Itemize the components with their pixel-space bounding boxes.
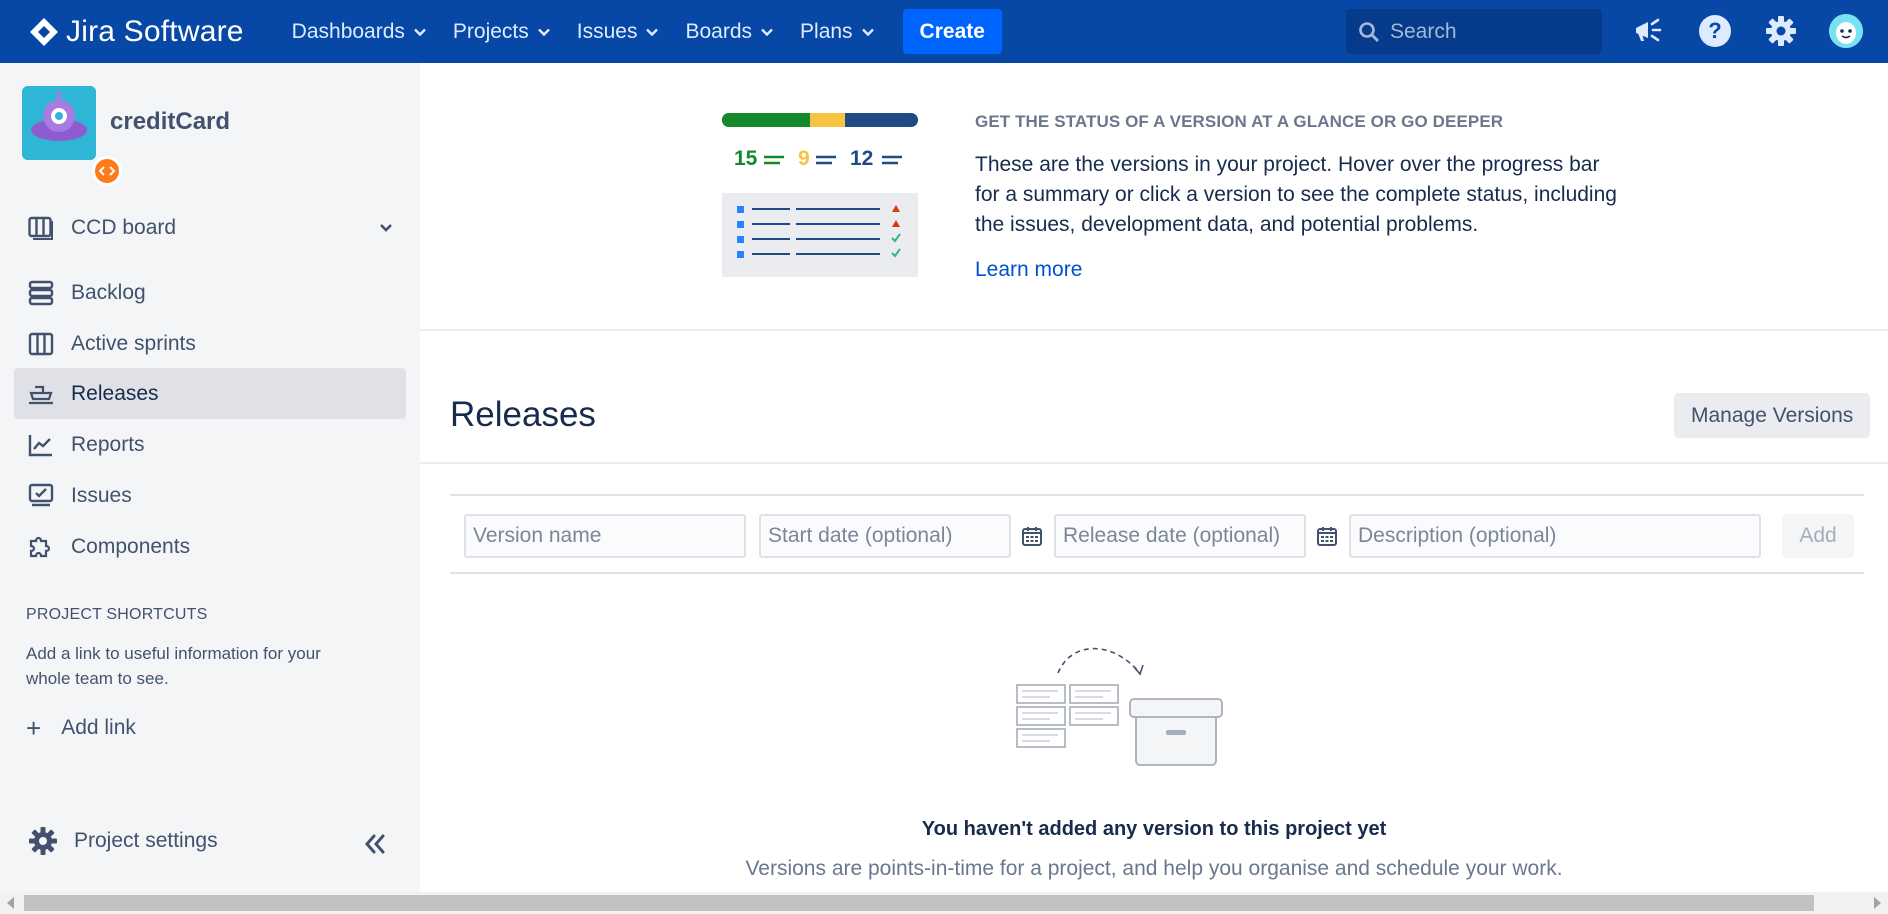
code-icon [99, 166, 115, 176]
intro-description: These are the versions in your project. … [975, 153, 1617, 236]
puzzle-icon [27, 533, 55, 561]
project-settings-label: Project settings [74, 829, 218, 852]
intro-heading: GET THE STATUS OF A VERSION AT A GLANCE … [975, 112, 1504, 131]
menu-label: Boards [685, 19, 753, 43]
issues-icon [27, 482, 55, 510]
chevron-down-icon [380, 223, 392, 232]
calendar-icon[interactable] [1315, 524, 1339, 548]
plus-icon: + [26, 713, 42, 743]
user-avatar-icon[interactable] [1827, 12, 1865, 50]
project-name[interactable]: creditCard [110, 108, 230, 136]
sidebar-item-issues[interactable]: Issues [14, 470, 406, 521]
sidebar-item-label: Reports [71, 432, 145, 456]
empty-versions-illustration [1016, 647, 1223, 766]
empty-state-description: Versions are points-in-time for a projec… [745, 857, 1563, 880]
divider [420, 329, 1888, 331]
menu-dashboards[interactable]: Dashboards [292, 20, 427, 44]
sidebar-item-reports[interactable]: Reports [14, 419, 406, 470]
project-settings-link[interactable]: Project settings [28, 826, 218, 856]
search-input[interactable] [1390, 19, 1580, 44]
release-date-input[interactable] [1054, 514, 1306, 558]
page-title: Releases [450, 395, 596, 434]
add-link-button[interactable]: + Add link [26, 715, 136, 741]
menu-boards[interactable]: Boards [685, 20, 774, 44]
sidebar-item-active-sprints[interactable]: Active sprints [14, 318, 406, 369]
menu-label: Plans [800, 19, 853, 43]
project-shortcuts-heading: PROJECT SHORTCUTS [26, 606, 208, 623]
collapse-sidebar-icon[interactable] [360, 829, 390, 859]
main-menu: Dashboards Projects Issues Boards Plans … [292, 9, 1002, 54]
sidebar-item-label: Releases [71, 381, 159, 405]
scrollbar-thumb[interactable] [24, 895, 1814, 911]
project-robot-icon [22, 86, 96, 160]
jira-diamond-icon [30, 17, 58, 46]
sidebar-item-components[interactable]: Components [14, 521, 406, 572]
menu-label: Projects [452, 19, 529, 43]
svg-text:?: ? [1708, 18, 1721, 43]
create-button[interactable]: Create [902, 9, 1002, 54]
chart-icon [27, 431, 55, 459]
project-type-code-badge [92, 156, 122, 186]
board-selector[interactable]: CCD board [14, 202, 406, 253]
version-name-input[interactable] [464, 514, 746, 558]
project-avatar[interactable] [22, 86, 122, 186]
sidebar-item-label: Backlog [71, 280, 146, 304]
chevron-down-icon [537, 28, 550, 36]
description-input[interactable] [1349, 514, 1761, 558]
manage-versions-button[interactable]: Manage Versions [1674, 393, 1871, 438]
search-box[interactable] [1346, 9, 1602, 54]
board-columns-icon [27, 214, 55, 242]
divider [420, 462, 1888, 464]
project-sidebar: creditCard CCD board Backlog Active spri… [0, 63, 420, 892]
add-link-label: Add link [61, 716, 136, 739]
menu-issues[interactable]: Issues [577, 20, 660, 44]
sidebar-item-label: Components [71, 534, 191, 558]
jira-logo[interactable]: Jira Software [28, 15, 244, 49]
top-navigation-bar: Jira Software Dashboards Projects Issues… [0, 0, 1888, 63]
menu-projects[interactable]: Projects [453, 20, 551, 44]
backlog-icon [27, 279, 55, 307]
done-count: 15 [734, 147, 758, 170]
main-content: 15 9 12 GET THE STATUS OF A VERSION AT A… [420, 63, 1888, 892]
gear-icon [29, 827, 57, 855]
sidebar-item-label: Active sprints [71, 331, 196, 355]
chevron-down-icon [414, 28, 426, 36]
menu-plans[interactable]: Plans [800, 20, 875, 44]
version-status-illustration: 15 9 12 [722, 113, 918, 277]
ship-icon [27, 380, 55, 408]
board-name: CCD board [71, 215, 177, 239]
scroll-left-arrow-icon[interactable] [7, 897, 14, 909]
sidebar-item-label: Issues [71, 483, 132, 507]
help-icon[interactable]: ? [1696, 12, 1734, 50]
settings-gear-icon[interactable] [1762, 12, 1800, 50]
chevron-down-icon [646, 28, 659, 36]
learn-more-link[interactable]: Learn more [975, 258, 1082, 282]
project-shortcuts-description: Add a link to useful information for you… [26, 644, 321, 688]
start-date-input[interactable] [759, 514, 1011, 558]
chevron-down-icon [861, 28, 874, 36]
menu-label: Dashboards [291, 19, 405, 43]
chevron-down-icon [761, 28, 773, 36]
add-version-button[interactable]: Add [1782, 514, 1854, 558]
add-version-form: Add [450, 494, 1864, 574]
horizontal-scrollbar[interactable] [0, 892, 1888, 914]
search-icon [1359, 21, 1379, 42]
menu-label: Issues [576, 19, 638, 43]
scroll-right-arrow-icon[interactable] [1874, 897, 1881, 909]
calendar-icon[interactable] [1020, 524, 1044, 548]
sidebar-item-releases[interactable]: Releases [14, 368, 406, 419]
notifications-megaphone-icon[interactable] [1629, 12, 1667, 50]
product-name: Jira Software [66, 14, 244, 48]
in-progress-count: 9 [798, 147, 810, 170]
board-icon [27, 330, 55, 358]
empty-state-title: You haven't added any version to this pr… [921, 818, 1387, 840]
sidebar-item-backlog[interactable]: Backlog [14, 267, 406, 318]
todo-count: 12 [850, 147, 873, 170]
